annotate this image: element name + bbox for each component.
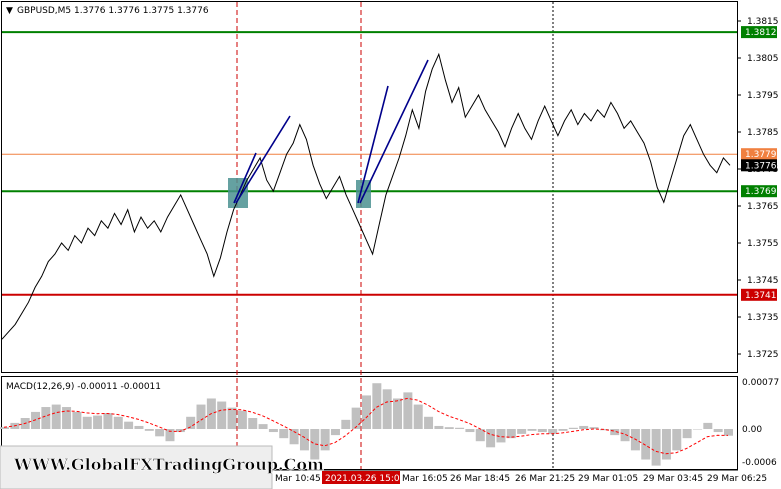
symbol-ohlc-header: GBPUSD,M5 1.3776 1.3776 1.3775 1.3776: [17, 6, 209, 16]
macd-bar-22: [227, 407, 237, 429]
macd-bar-10: [103, 413, 113, 429]
macd-bar-39: [403, 392, 413, 429]
price-tick-label-1: 1.3805: [747, 54, 779, 64]
macd-bar-47: [486, 429, 496, 448]
macd-bar-7: [72, 411, 82, 429]
macd-bar-66: [682, 429, 692, 439]
macd-axis-zero: 0.00: [742, 425, 762, 435]
macd-bar-62: [641, 429, 651, 460]
macd-bar-42: [434, 425, 444, 429]
macd-bar-38: [393, 398, 403, 429]
time-label-0: Mar 10:45: [275, 474, 321, 484]
macd-bar-19: [196, 404, 206, 429]
macd-bar-56: [579, 425, 589, 429]
macd-bar-34: [351, 407, 361, 429]
macd-bar-33: [341, 419, 351, 429]
macd-bar-4: [41, 407, 51, 429]
macd-axis-bottom: -0.0006: [742, 458, 777, 468]
price-tick-label-9: 1.3725: [747, 350, 779, 360]
macd-bar-64: [661, 429, 671, 460]
macd-bar-3: [31, 411, 41, 429]
macd-bar-37: [382, 389, 392, 429]
macd-bar-55: [568, 427, 578, 429]
time-label-7: 29 Mar 06:25: [707, 474, 767, 484]
macd-bar-21: [217, 401, 227, 429]
level-1-3812-tag-label: 1.3812: [745, 28, 777, 38]
macd-bar-52: [537, 429, 547, 433]
macd-bar-54: [558, 429, 568, 431]
time-label-5: 29 Mar 01:05: [578, 474, 638, 484]
macd-bar-44: [455, 427, 465, 429]
price-tick-label-6: 1.3755: [747, 239, 779, 249]
macd-bar-65: [672, 429, 682, 451]
macd-bar-8: [82, 416, 92, 429]
macd-indicator-label: MACD(12,26,9) -0.00011 -0.00011: [6, 382, 161, 392]
macd-bar-13: [134, 425, 144, 429]
macd-bar-14: [144, 429, 154, 431]
macd-bar-5: [51, 404, 61, 429]
level-1-3779-tag-label: 1.3779: [745, 150, 777, 160]
macd-bar-24: [248, 418, 258, 429]
macd-bar-11: [113, 416, 123, 429]
symbol-menu-glyph[interactable]: ▼: [6, 6, 13, 16]
macd-bar-35: [362, 395, 371, 429]
macd-bar-27: [279, 429, 289, 439]
macd-bar-31: [320, 429, 330, 451]
time-label-3: 26 Mar 18:45: [450, 474, 510, 484]
price-tick-label-0: 1.3815: [747, 17, 779, 27]
level-1-3776-tag-label: 1.3776: [745, 161, 777, 171]
price-tick-label-3: 1.3785: [747, 128, 779, 138]
macd-bar-41: [424, 416, 434, 429]
macd-bar-69: [713, 429, 723, 433]
macd-bar-67: [692, 429, 702, 430]
macd-bar-63: [651, 429, 661, 466]
time-label-4: 26 Mar 21:25: [515, 474, 575, 484]
price-tick-label-2: 1.3795: [747, 91, 779, 101]
macd-bar-68: [703, 422, 713, 429]
price-tick-label-7: 1.3745: [747, 276, 779, 286]
macd-bar-15: [155, 429, 165, 437]
level-1-3769-tag-label: 1.3769: [745, 187, 777, 197]
macd-bar-25: [258, 424, 268, 429]
macd-bar-50: [517, 429, 527, 434]
macd-bar-26: [268, 429, 278, 433]
macd-bar-36: [372, 383, 382, 429]
macd-bar-43: [444, 427, 454, 429]
macd-bar-45: [465, 429, 475, 433]
macd-bar-51: [527, 429, 537, 431]
price-tick-label-5: 1.3765: [747, 202, 779, 212]
time-label-6: 29 Mar 03:45: [643, 474, 703, 484]
macd-bar-70: [724, 429, 733, 436]
macd-bar-6: [62, 407, 72, 429]
macd-bar-40: [413, 404, 423, 429]
time-label-2: Mar 16:05: [402, 474, 448, 484]
macd-bar-60: [620, 429, 630, 442]
macd-bar-12: [124, 421, 134, 429]
macd-bar-23: [237, 410, 247, 429]
level-1-3741-tag-label: 1.3741: [745, 291, 777, 301]
macd-axis-top: 0.00077: [742, 378, 779, 388]
time-label-highlight: 2021.03.26 15:00: [325, 474, 406, 484]
watermark-text: WWW.GlobalFXTradingGroup.Com: [13, 455, 324, 474]
macd-bar-32: [330, 429, 340, 436]
macd-bar-53: [548, 429, 558, 434]
macd-bar-9: [93, 415, 103, 429]
chart-canvas[interactable]: 1.38151.38051.37951.37851.37751.37651.37…: [0, 0, 781, 489]
price-tick-label-8: 1.3735: [747, 313, 779, 323]
